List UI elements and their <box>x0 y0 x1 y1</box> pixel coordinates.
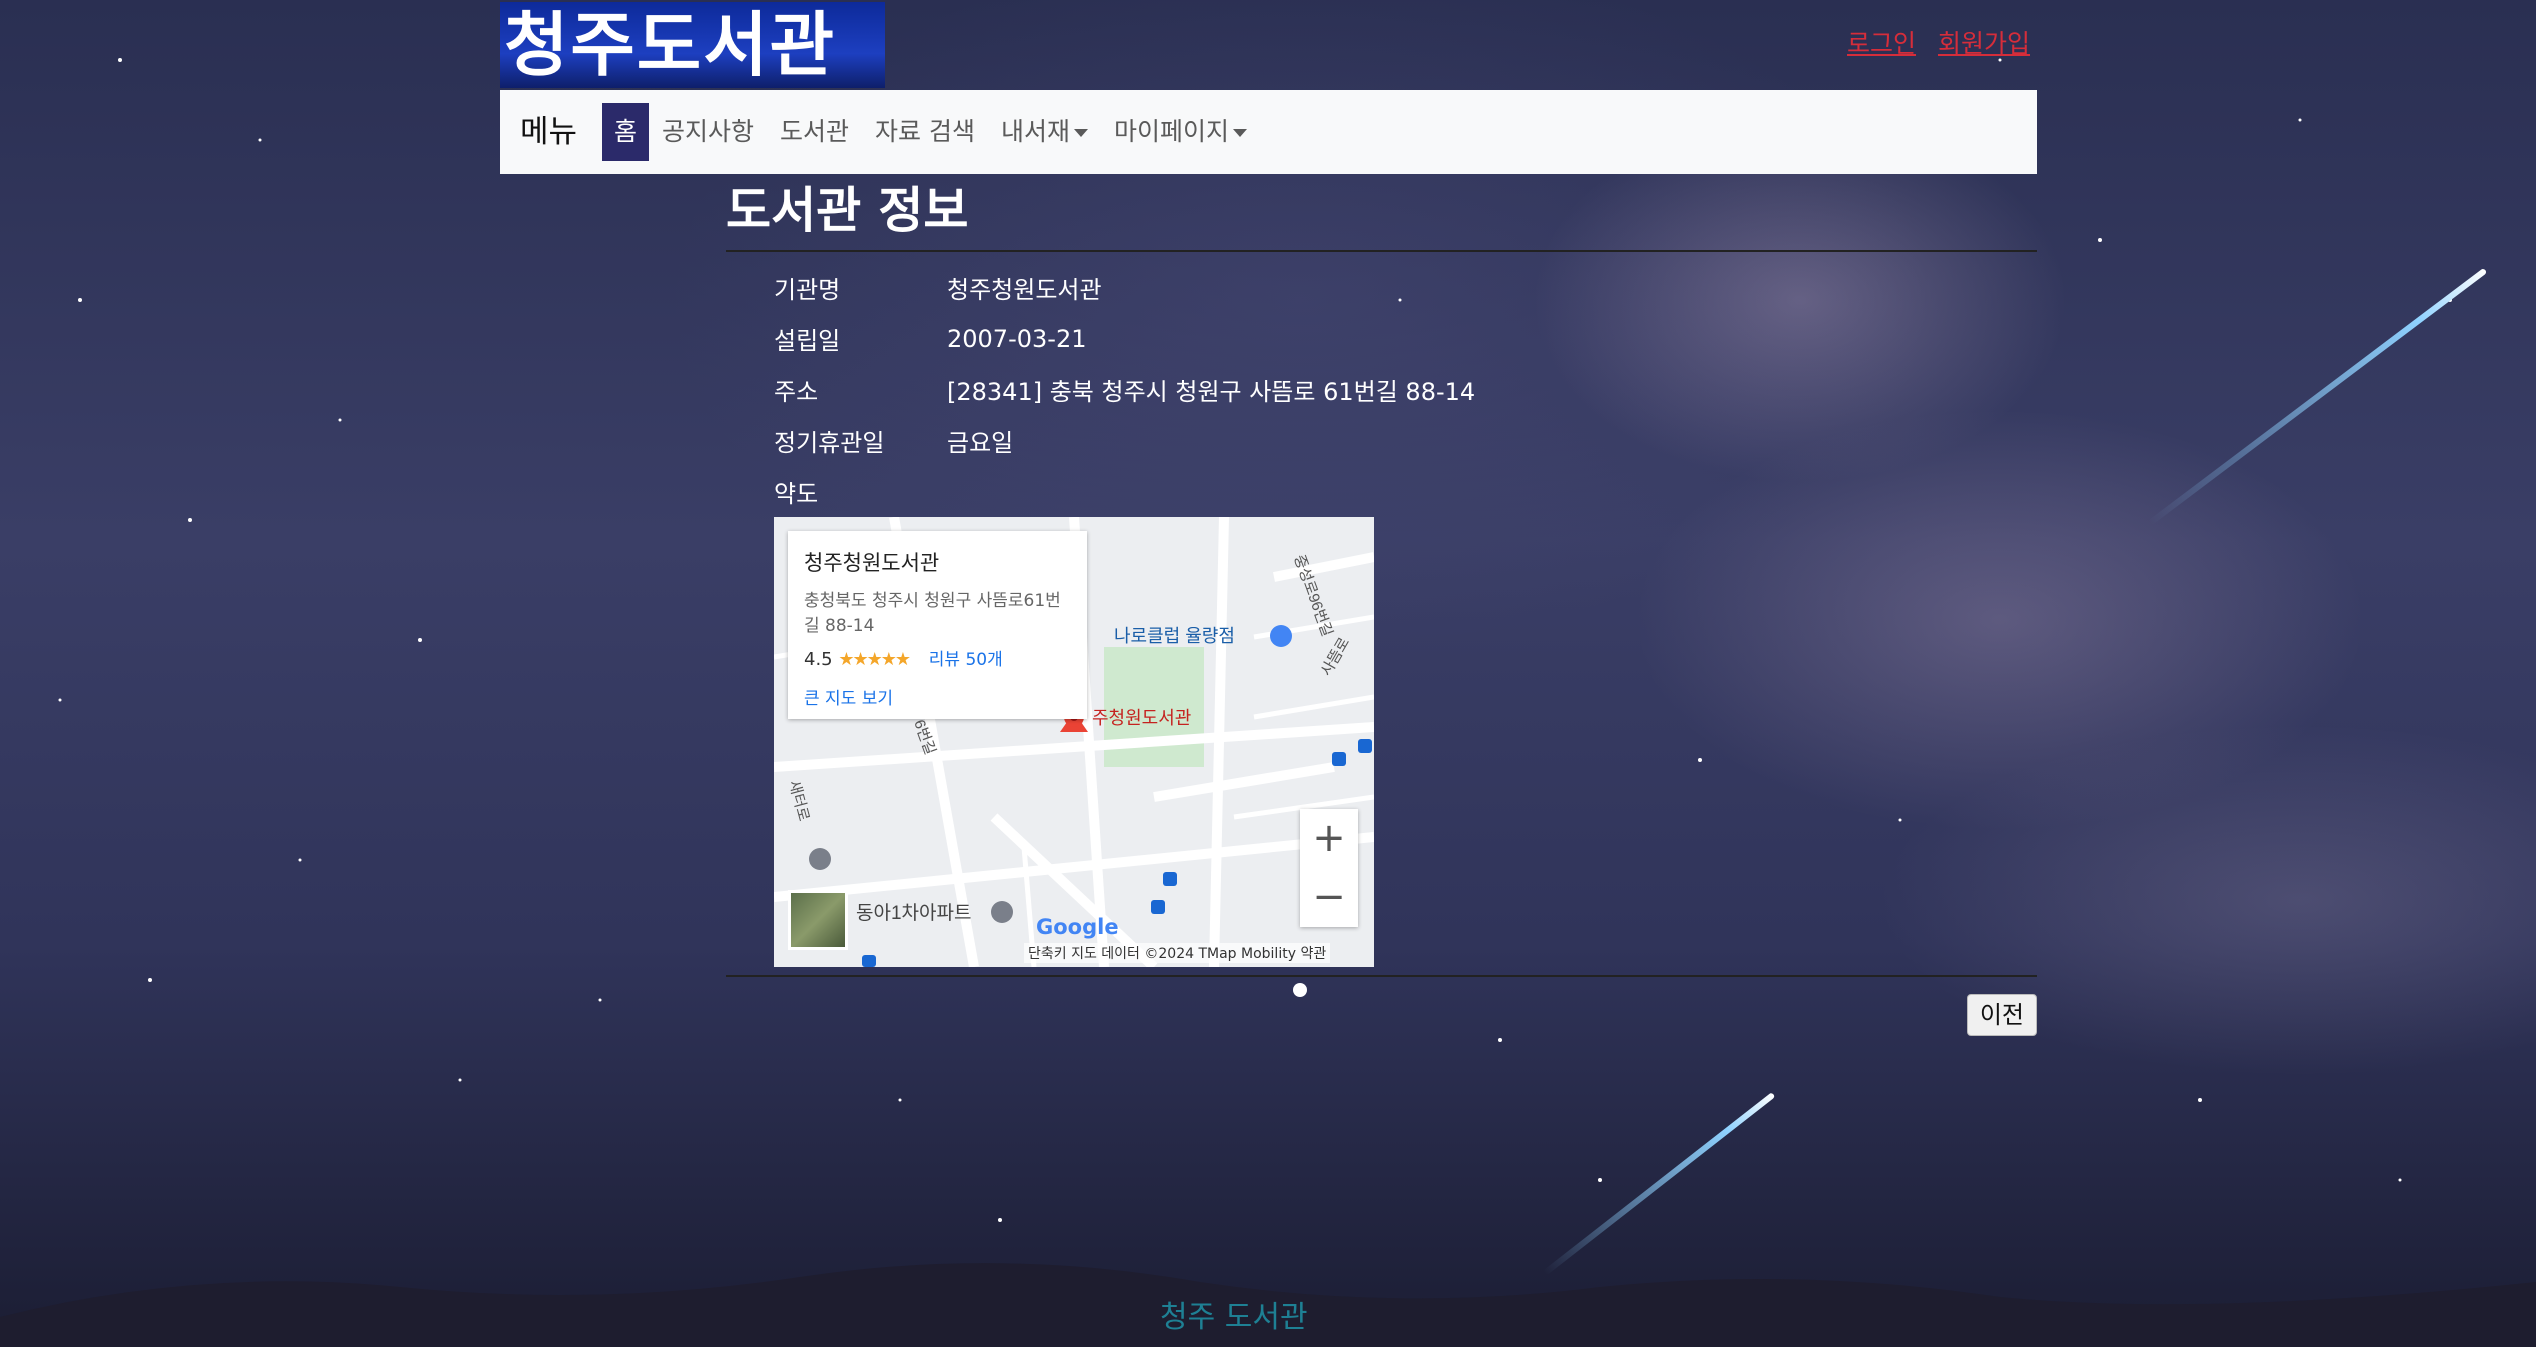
map-attribution[interactable]: 단축키 지도 데이터 ©2024 TMap Mobility 약관 <box>1024 943 1331 963</box>
info-row-map: 약도 <box>774 466 2037 517</box>
meteor-1 <box>2148 267 2488 526</box>
divider <box>726 250 2037 252</box>
nav-items: 홈 공지사항 도서관 자료 검색 내서재 마이페이지 <box>602 103 1260 161</box>
info-value: 청주청원도서관 <box>947 276 1102 304</box>
auth-links: 로그인 회원가입 <box>1833 24 2030 60</box>
prev-button[interactable]: 이전 <box>1966 994 2037 1036</box>
view-larger-map-link[interactable]: 큰 지도 보기 <box>804 684 1071 709</box>
footer-text-part: 도서관 <box>1224 1300 1308 1335</box>
nav-brand[interactable]: 메뉴 <box>520 90 577 174</box>
chevron-down-icon <box>1233 129 1248 137</box>
nav-item-my-library-label: 내서재 <box>1001 117 1071 146</box>
page-title: 도서관 정보 <box>726 182 969 239</box>
site-logo[interactable]: 청주도서관 <box>500 2 885 88</box>
rating-value: 4.5 <box>804 649 833 670</box>
info-row-address: 주소 [28341] 충북 청주시 청원구 사뜸로 61번길 88-14 <box>774 364 2037 415</box>
info-label: 주소 <box>774 378 819 406</box>
map-poi-store: 나로클럽 율량점 <box>1114 626 1235 646</box>
map-poi-apartment: 동아1차아파트 <box>856 902 971 924</box>
nav-item-notice[interactable]: 공지사항 <box>649 103 767 161</box>
place-address: 충청북도 청주시 청원구 사뜸로61번길 88-14 <box>804 591 1061 636</box>
zoom-in-button[interactable]: + <box>1300 809 1358 868</box>
info-value: 금요일 <box>947 429 1014 457</box>
signup-link[interactable]: 회원가입 <box>1938 29 2030 58</box>
google-logo: Google <box>1036 915 1119 939</box>
info-label: 설립일 <box>774 327 841 355</box>
place-name: 청주청원도서관 <box>804 551 940 575</box>
info-label: 정기휴관일 <box>774 429 885 457</box>
info-label: 기관명 <box>774 276 841 304</box>
info-row-founded: 설립일 2007-03-21 <box>774 313 2037 364</box>
info-row-name: 기관명 청주청원도서관 <box>774 262 2037 313</box>
nav-item-home[interactable]: 홈 <box>602 103 650 161</box>
footer-text-part: 청주 <box>1160 1300 1216 1335</box>
info-value: [28341] 충북 청주시 청원구 사뜸로 61번길 88-14 <box>947 378 1476 406</box>
zoom-controls: + − <box>1300 809 1358 927</box>
library-info-section: 도서관 정보 기관명 청주청원도서관 설립일 2007-03-21 주소 [28… <box>726 176 2037 1036</box>
place-rating: 4.5 ★★★★★ 리뷰 50개 <box>804 645 1071 670</box>
star-icon: ★★★★★ <box>838 649 911 670</box>
map-pin-label: 주청원도서관 <box>1092 708 1191 728</box>
info-list: 기관명 청주청원도서관 설립일 2007-03-21 주소 [28341] 충북… <box>774 262 2037 517</box>
info-value: 2007-03-21 <box>947 324 1087 353</box>
nav-item-mypage-label: 마이페이지 <box>1114 117 1230 146</box>
info-row-closed-day: 정기휴관일 금요일 <box>774 415 2037 466</box>
embedded-map[interactable]: 주청원도서관 나로클럽 율량점 동아1차아파트 중성로96번길 사뜸로 6번길 … <box>774 517 1374 967</box>
nav-item-mypage[interactable]: 마이페이지 <box>1101 103 1260 161</box>
satellite-toggle[interactable] <box>788 890 848 950</box>
nav-item-search[interactable]: 자료 검색 <box>862 103 988 161</box>
site-header: 청주도서관 로그인 회원가입 <box>500 0 2036 90</box>
nav-item-my-library[interactable]: 내서재 <box>988 103 1101 161</box>
login-link[interactable]: 로그인 <box>1847 29 1916 58</box>
reviews-link[interactable]: 리뷰 50개 <box>929 650 1003 670</box>
navbar: 메뉴 홈 공지사항 도서관 자료 검색 내서재 마이페이지 <box>500 90 2037 174</box>
info-label: 약도 <box>774 480 819 508</box>
nav-item-library[interactable]: 도서관 <box>767 103 862 161</box>
footer-text: 청주 도서관 <box>1160 1292 1308 1336</box>
place-info-card: 청주청원도서관 충청북도 청주시 청원구 사뜸로61번길 88-14 4.5 ★… <box>788 531 1087 719</box>
zoom-out-button[interactable]: − <box>1300 868 1358 927</box>
divider <box>726 975 2037 977</box>
chevron-down-icon <box>1074 129 1089 137</box>
